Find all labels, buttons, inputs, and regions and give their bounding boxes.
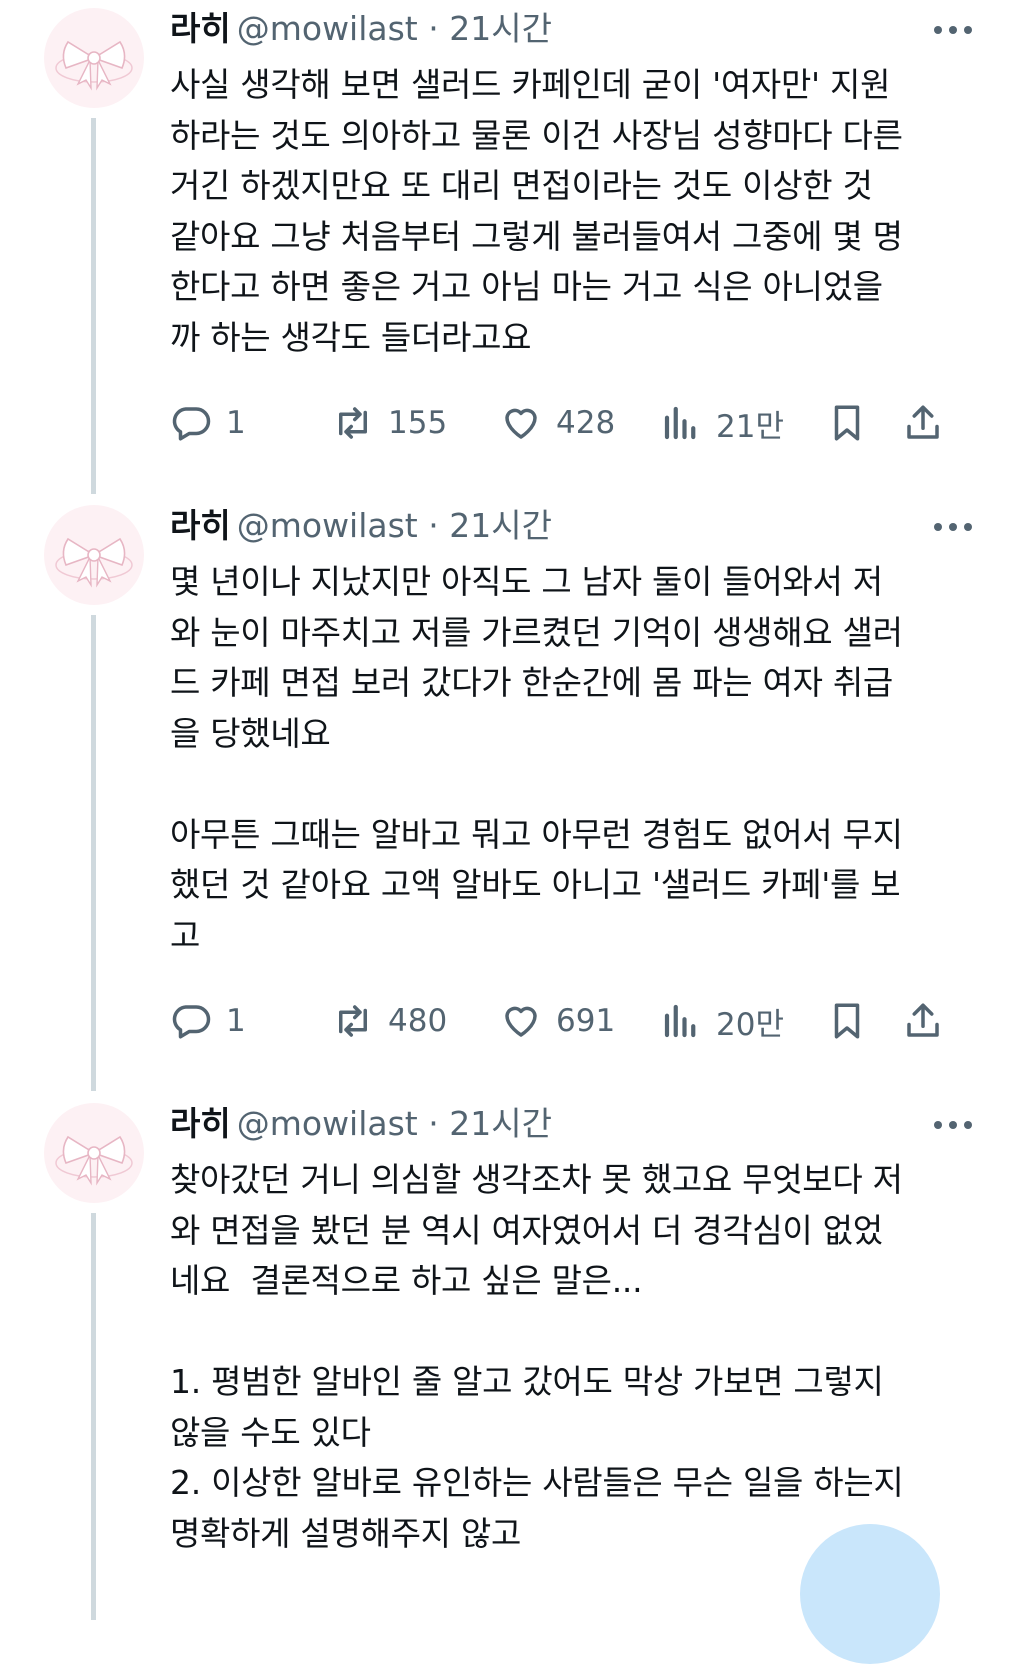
action-bar: 1 480 691 20만 xyxy=(170,996,950,1046)
handle-time[interactable]: @mowilast · 21시간 xyxy=(237,506,552,545)
like-count: 691 xyxy=(556,1003,616,1039)
tweet-1[interactable]: 라히 @mowilast · 21시간 사실 생각해 보면 샐러드 카페인데 굳이… xyxy=(0,0,1024,500)
reply-count: 1 xyxy=(226,1003,246,1039)
display-name[interactable]: 라히 xyxy=(170,506,231,545)
retweet-button[interactable]: 480 xyxy=(332,996,447,1046)
thread-line xyxy=(91,118,96,494)
handle-time[interactable]: @mowilast · 21시간 xyxy=(237,1104,552,1143)
compose-button[interactable] xyxy=(800,1524,940,1664)
bookmark-icon xyxy=(834,1003,860,1039)
tweet-text: 몇 년이나 지났지만 아직도 그 남자 둘이 들어와서 저 와 눈이 마주치고 … xyxy=(170,562,903,955)
tweet-header: 라히 @mowilast · 21시간 xyxy=(170,6,552,52)
more-icon[interactable] xyxy=(930,1115,976,1135)
more-icon[interactable] xyxy=(930,20,976,40)
views-button[interactable]: 20만 xyxy=(660,996,784,1046)
share-button[interactable] xyxy=(902,996,944,1046)
tweet-text: 사실 생각해 보면 샐러드 카페인데 굳이 '여자만' 지원 하라는 것도 의아… xyxy=(170,65,903,357)
handle-time[interactable]: @mowilast · 21시간 xyxy=(237,9,552,48)
avatar[interactable] xyxy=(44,505,144,605)
views-icon xyxy=(664,406,696,440)
tweet-text: 찾아갔던 거니 의심할 생각조차 못 했고요 무엇보다 저 와 면접을 봤던 분… xyxy=(170,1160,904,1553)
like-count: 428 xyxy=(556,405,616,441)
avatar[interactable] xyxy=(44,1103,144,1203)
tweet-header: 라히 @mowilast · 21시간 xyxy=(170,1101,552,1147)
bookmark-button[interactable] xyxy=(826,996,868,1046)
more-icon[interactable] xyxy=(930,517,976,537)
retweet-icon xyxy=(339,407,367,439)
display-name[interactable]: 라히 xyxy=(170,9,231,48)
bookmark-icon xyxy=(834,405,860,441)
like-icon xyxy=(505,1006,537,1037)
thread-line xyxy=(91,615,96,1091)
share-icon xyxy=(907,1003,939,1037)
like-button[interactable]: 691 xyxy=(500,996,615,1046)
bookmark-button[interactable] xyxy=(826,398,868,448)
reply-button[interactable]: 1 xyxy=(170,398,246,448)
share-button[interactable] xyxy=(902,398,944,448)
like-icon xyxy=(505,408,537,439)
retweet-button[interactable]: 155 xyxy=(332,398,447,448)
retweet-count: 155 xyxy=(388,405,448,441)
retweet-count: 480 xyxy=(388,1003,448,1039)
share-icon xyxy=(907,405,939,439)
reply-icon xyxy=(172,407,211,441)
like-button[interactable]: 428 xyxy=(500,398,615,448)
reply-button[interactable]: 1 xyxy=(170,996,246,1046)
bow-avatar-icon xyxy=(55,1135,133,1186)
reply-icon xyxy=(172,1005,211,1039)
thread-line xyxy=(91,1213,96,1620)
retweet-icon xyxy=(339,1005,367,1037)
tweet-header: 라히 @mowilast · 21시간 xyxy=(170,503,552,549)
views-count: 21만 xyxy=(716,408,784,445)
avatar[interactable] xyxy=(44,8,144,108)
action-bar: 1 155 428 21만 xyxy=(170,398,950,448)
reply-count: 1 xyxy=(226,405,246,441)
display-name[interactable]: 라히 xyxy=(170,1104,231,1143)
views-icon xyxy=(664,1004,696,1038)
bow-avatar-icon xyxy=(55,537,133,588)
views-count: 20만 xyxy=(716,1006,784,1043)
views-button[interactable]: 21만 xyxy=(660,398,784,448)
tweet-2[interactable]: 라히 @mowilast · 21시간 몇 년이나 지났지만 아직도 그 남자 둘… xyxy=(0,497,1024,1097)
bow-avatar-icon xyxy=(55,40,133,91)
